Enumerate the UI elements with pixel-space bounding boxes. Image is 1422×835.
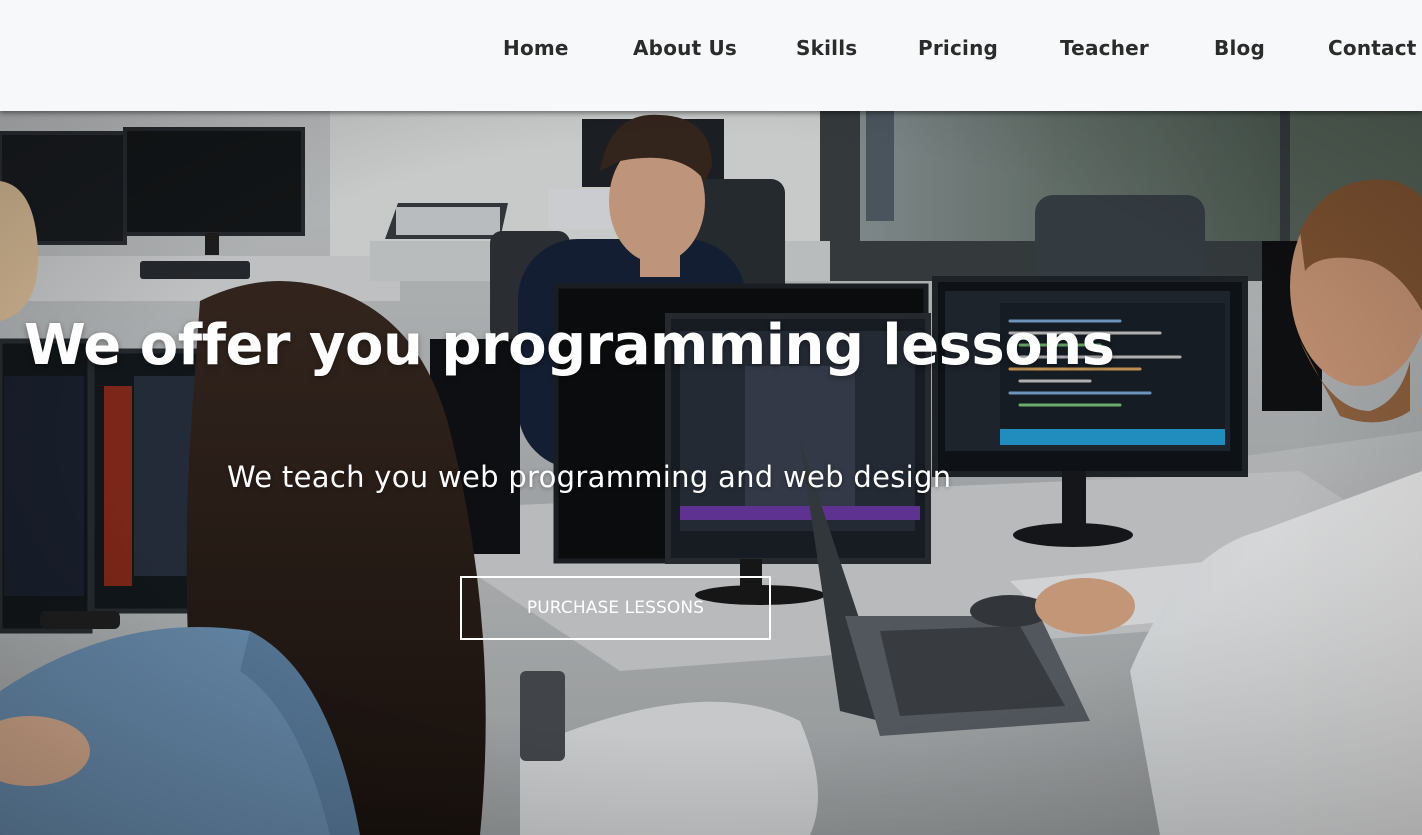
hero-subtitle: We teach you web programming and web des…: [227, 460, 952, 494]
nav-item-teacher[interactable]: Teacher: [1060, 36, 1149, 60]
purchase-lessons-button[interactable]: PURCHASE LESSONS: [460, 576, 771, 640]
nav-item-home[interactable]: Home: [503, 36, 569, 60]
top-navbar: Home About Us Skills Pricing Teacher Blo…: [0, 0, 1422, 111]
nav-item-blog[interactable]: Blog: [1214, 36, 1265, 60]
hero-section: We offer you programming lessons We teac…: [0, 111, 1422, 835]
nav-item-about-us[interactable]: About Us: [633, 36, 737, 60]
nav-item-skills[interactable]: Skills: [796, 36, 857, 60]
nav-item-pricing[interactable]: Pricing: [918, 36, 998, 60]
nav-item-contact[interactable]: Contact: [1328, 36, 1417, 60]
hero-title: We offer you programming lessons: [24, 313, 1115, 378]
nav-menu: Home About Us Skills Pricing Teacher Blo…: [0, 0, 1422, 111]
